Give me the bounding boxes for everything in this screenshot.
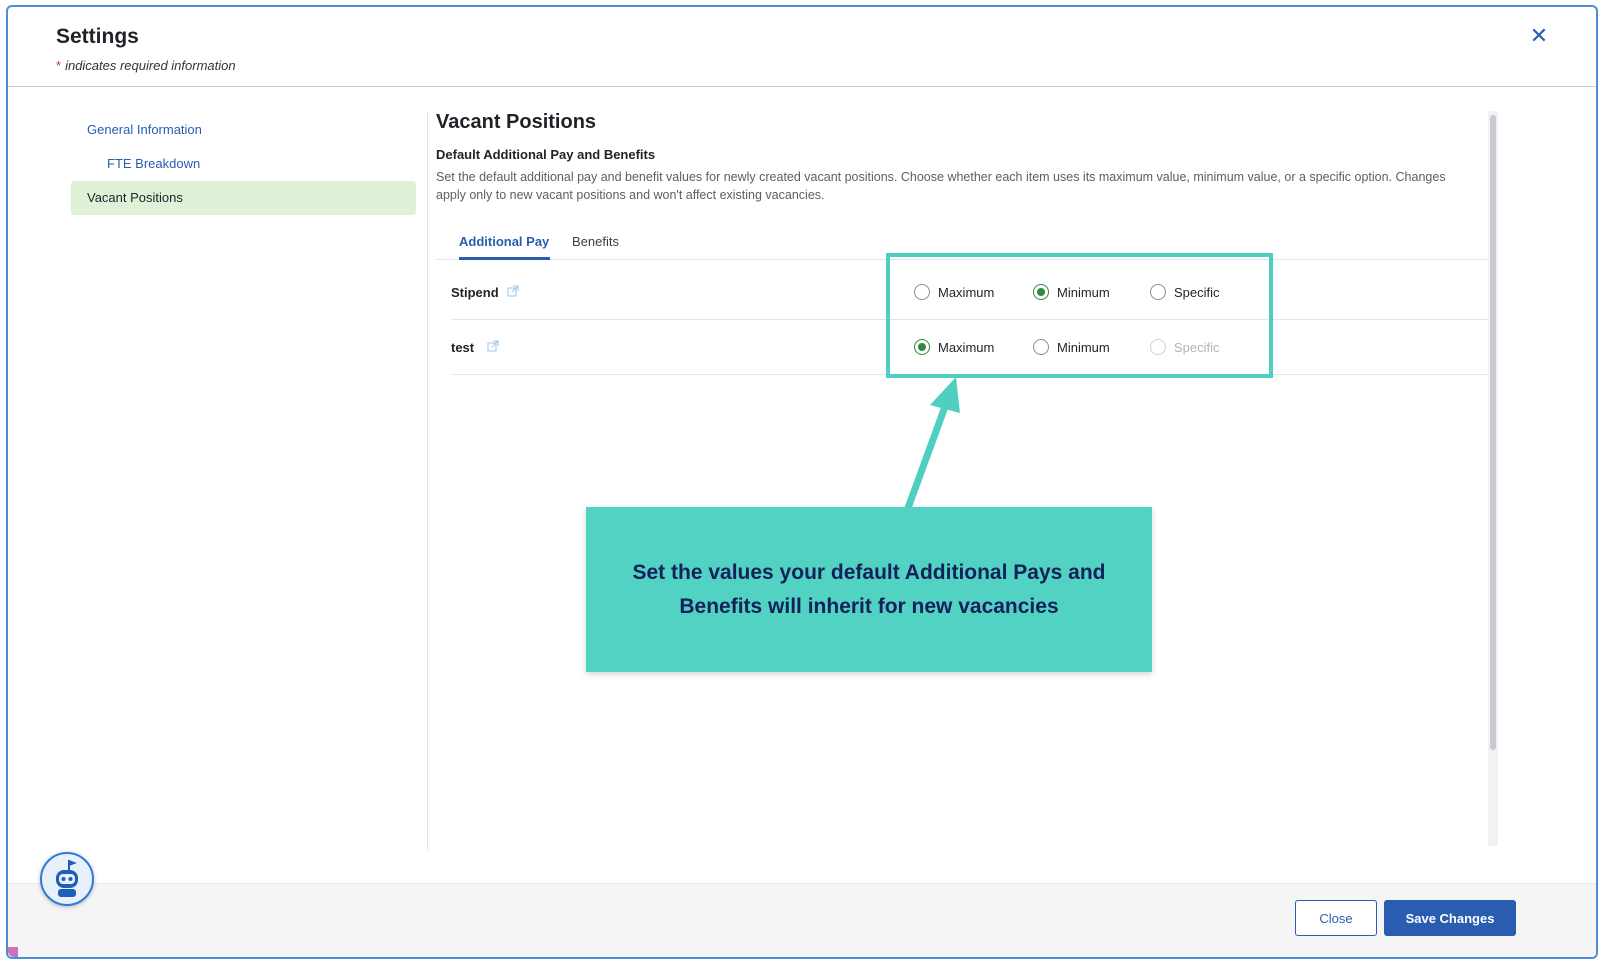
radio-label: Maximum — [938, 339, 995, 355]
dialog-title: Settings — [56, 25, 139, 48]
active-tab-indicator — [459, 257, 550, 260]
additional-pay-list: Stipend Maximum Minimum Specific test Ma… — [451, 265, 1491, 375]
tab-bar: Additional Pay Benefits — [436, 222, 1491, 260]
section-subtitle: Default Additional Pay and Benefits — [436, 147, 656, 162]
radio-button[interactable] — [1150, 284, 1166, 300]
radio-label: Minimum — [1057, 339, 1110, 355]
table-row: test Maximum Minimum Specific — [451, 320, 1491, 375]
settings-sidebar: General Information FTE Breakdown Vacant… — [71, 113, 416, 215]
dialog-header: Settings * indicates required information… — [8, 7, 1596, 87]
sidebar-divider — [427, 111, 428, 851]
external-link-icon[interactable] — [487, 340, 499, 352]
radio-maximum[interactable]: Maximum — [914, 284, 994, 300]
radio-specific: Specific — [1150, 339, 1220, 355]
radio-button[interactable] — [914, 339, 930, 355]
section-description: Set the default additional pay and benef… — [436, 170, 1446, 202]
sidebar-item-vacant-positions[interactable]: Vacant Positions — [71, 181, 416, 215]
external-link-icon[interactable] — [507, 285, 519, 297]
row-label: Stipend — [451, 285, 499, 300]
tab-additional-pay[interactable]: Additional Pay — [459, 234, 549, 249]
robot-icon — [56, 860, 78, 897]
close-icon[interactable]: ✕ — [1528, 25, 1550, 47]
settings-dialog: Settings * indicates required information… — [6, 5, 1598, 959]
sidebar-item-fte-breakdown[interactable]: FTE Breakdown — [71, 147, 416, 181]
radio-button[interactable] — [1033, 284, 1049, 300]
radio-label: Specific — [1174, 339, 1220, 355]
radio-minimum[interactable]: Minimum — [1033, 339, 1110, 355]
required-star: * — [56, 58, 62, 73]
radio-button[interactable] — [1033, 339, 1049, 355]
row-label: test — [451, 340, 475, 355]
radio-minimum[interactable]: Minimum — [1033, 284, 1110, 300]
page-title: Vacant Positions — [436, 111, 597, 133]
dialog-footer: Close Save Changes — [8, 883, 1596, 957]
table-row: Stipend Maximum Minimum Specific — [451, 265, 1491, 320]
save-changes-button[interactable]: Save Changes — [1384, 900, 1516, 936]
sidebar-item-general-information[interactable]: General Information — [71, 113, 416, 147]
window-corner-accent — [8, 947, 18, 957]
required-info-text: indicates required information — [65, 58, 236, 73]
radio-button — [1150, 339, 1166, 355]
close-button[interactable]: Close — [1295, 900, 1377, 936]
assistant-bot-button[interactable] — [40, 852, 94, 906]
radio-label: Minimum — [1057, 284, 1110, 300]
radio-maximum[interactable]: Maximum — [914, 339, 994, 355]
scrollbar-thumb[interactable] — [1490, 115, 1496, 750]
main-content: Vacant Positions Default Additional Pay … — [436, 107, 1491, 260]
annotation-arrow-icon — [900, 377, 960, 523]
required-info-note: * indicates required information — [56, 58, 236, 73]
radio-label: Maximum — [938, 284, 995, 300]
annotation-callout: Set the values your default Additional P… — [586, 507, 1152, 672]
radio-specific[interactable]: Specific — [1150, 284, 1220, 300]
radio-label: Specific — [1174, 284, 1220, 300]
radio-button[interactable] — [914, 284, 930, 300]
tab-benefits[interactable]: Benefits — [572, 234, 619, 249]
